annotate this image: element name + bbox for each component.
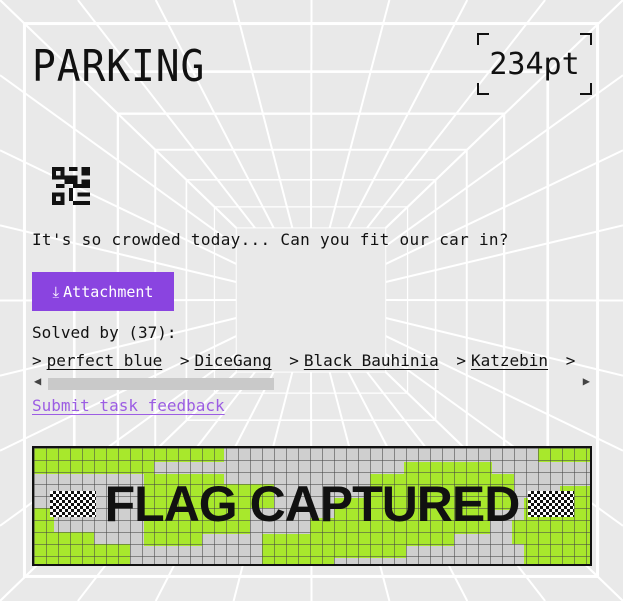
horizontal-scrollbar[interactable]: ◀ ▶: [32, 374, 592, 390]
challenge-title: PARKING: [32, 41, 206, 92]
scroll-right-icon[interactable]: ▶: [583, 374, 590, 388]
chevron-right-icon: >: [179, 351, 190, 370]
flag-captured-text: FLAG CAPTURED: [104, 476, 521, 532]
badge-corner: [580, 33, 592, 45]
points-badge: 234pt: [477, 33, 592, 95]
scrollbar-thumb[interactable]: [48, 378, 274, 390]
solver-item[interactable]: > Black Bauhinia: [289, 351, 439, 370]
solvers-list[interactable]: > perfect blue > DiceGang > Black Bauhinia …: [32, 351, 592, 373]
solver-name[interactable]: Katzebin: [471, 351, 548, 370]
chevron-right-icon: >: [32, 351, 42, 370]
chevron-right-icon: >: [456, 351, 466, 370]
chevron-right-icon: >: [565, 351, 576, 370]
solver-item[interactable]: > perfect blue: [32, 351, 162, 370]
solver-item[interactable]: > Katzebin: [456, 351, 548, 370]
solver-name[interactable]: DiceGang: [195, 351, 272, 370]
badge-corner: [477, 83, 489, 95]
solver-item[interactable]: >: [566, 351, 581, 370]
qr-code-icon: [52, 167, 90, 205]
attachment-label: Attachment: [63, 282, 154, 301]
solver-item[interactable]: > DiceGang: [180, 351, 272, 370]
scroll-left-icon[interactable]: ◀: [34, 374, 41, 388]
solved-by-label: Solved by (37):: [32, 323, 177, 342]
solver-name[interactable]: Black Bauhinia: [304, 351, 439, 370]
points-value: 234pt: [489, 46, 580, 82]
chevron-right-icon: >: [289, 351, 299, 370]
solver-name[interactable]: perfect blue: [47, 351, 163, 370]
download-arrow-icon: ⤓: [52, 282, 60, 301]
badge-corner: [580, 83, 592, 95]
flag-captured-banner: FLAG CAPTURED: [32, 446, 592, 566]
submit-feedback-link[interactable]: Submit task feedback: [32, 396, 225, 415]
challenge-description: It's so crowded today... Can you fit our…: [32, 230, 509, 249]
attachment-button[interactable]: ⤓ Attachment: [32, 272, 174, 311]
badge-corner: [477, 33, 489, 45]
